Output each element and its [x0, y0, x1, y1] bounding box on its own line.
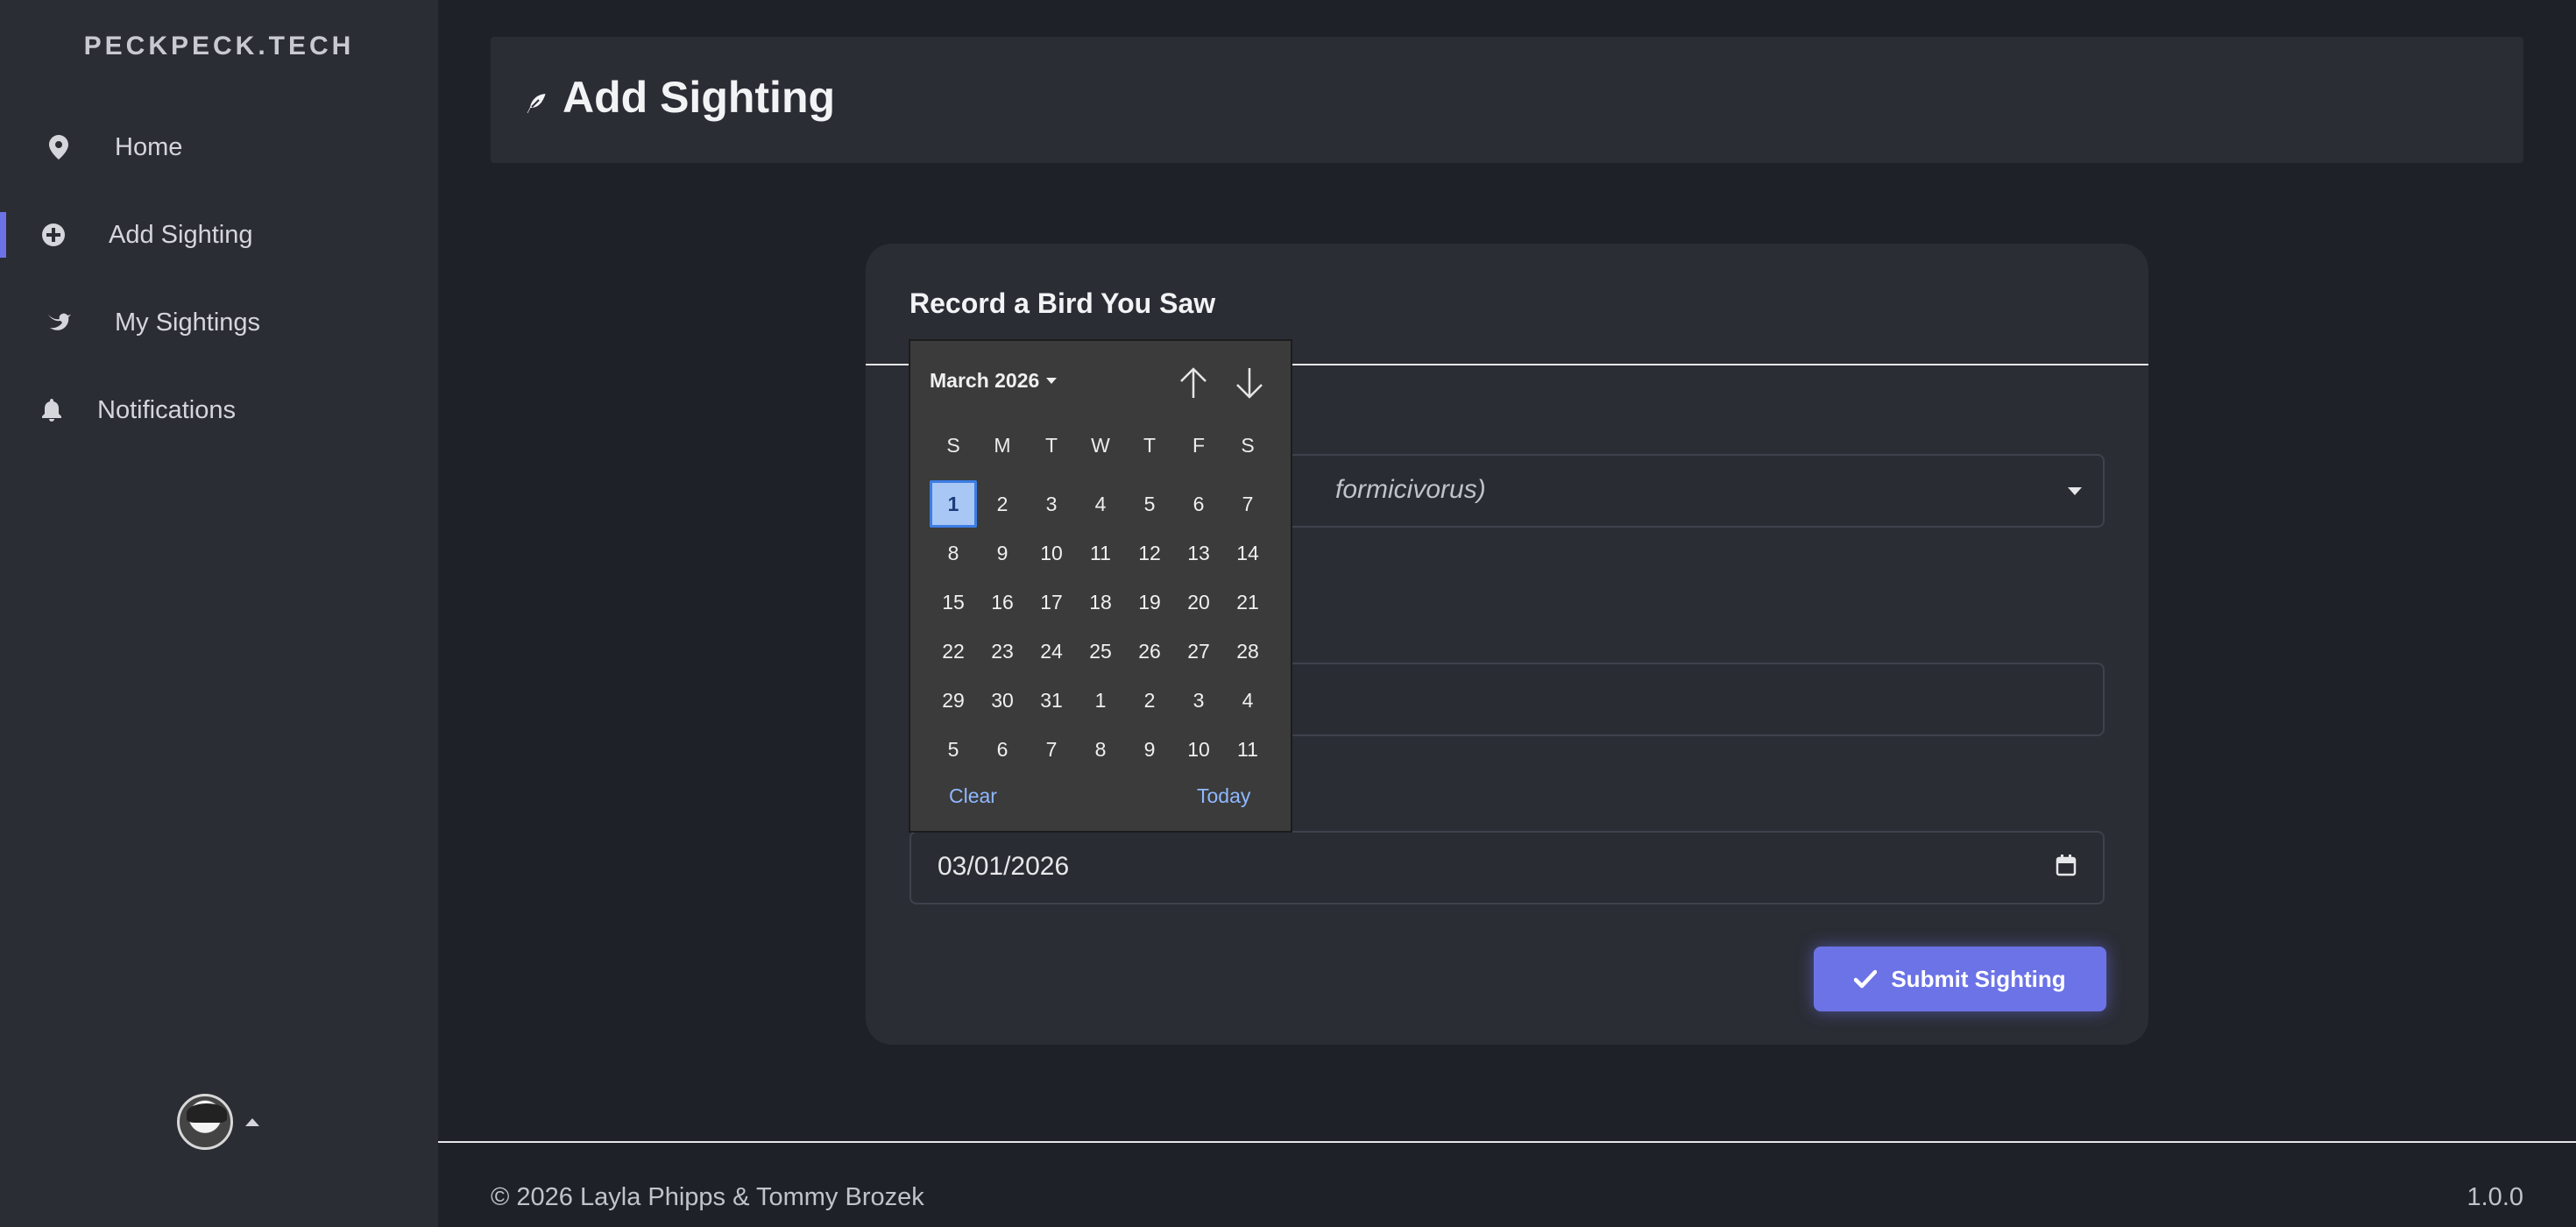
calendar-day[interactable]: 31 — [1028, 677, 1075, 724]
today-button[interactable]: Today — [1197, 784, 1250, 808]
calendar-day[interactable]: 10 — [1028, 529, 1075, 577]
next-month-button[interactable] — [1232, 365, 1267, 401]
previous-month-button[interactable] — [1176, 365, 1211, 401]
sidebar-item-label: My Sightings — [115, 308, 261, 337]
calendar-day[interactable]: 4 — [1224, 677, 1271, 724]
calendar-day[interactable]: 12 — [1126, 529, 1173, 577]
check-icon — [1854, 969, 1878, 989]
sidebar: PECKPECK.TECH Home Add Sighting My Sight… — [0, 0, 438, 1227]
weekday-header: S — [1241, 434, 1255, 457]
sidebar-item-add-sighting[interactable]: Add Sighting — [0, 200, 438, 270]
calendar-day[interactable]: 7 — [1028, 726, 1075, 773]
calendar-day[interactable]: 11 — [1224, 726, 1271, 773]
bird-icon — [46, 309, 72, 336]
form-title: Record a Bird You Saw — [909, 287, 1216, 319]
calendar-day[interactable]: 24 — [1028, 628, 1075, 675]
calendar-day[interactable]: 21 — [1224, 578, 1271, 626]
chevron-down-icon — [1046, 378, 1058, 384]
date-input[interactable]: 03/01/2026 — [909, 831, 2105, 904]
sidebar-item-label: Add Sighting — [109, 220, 253, 249]
calendar-day[interactable]: 13 — [1175, 529, 1222, 577]
sidebar-item-label: Home — [115, 132, 183, 161]
species-select-value: formicivorus) — [1335, 475, 1486, 504]
calendar-day[interactable]: 14 — [1224, 529, 1271, 577]
calendar-day[interactable]: 25 — [1077, 628, 1124, 675]
clear-date-button[interactable]: Clear — [949, 784, 997, 808]
calendar-day-selected[interactable]: 1 — [930, 480, 977, 528]
chevron-down-icon — [2068, 487, 2082, 495]
app-version: 1.0.0 — [2466, 1183, 2524, 1211]
calendar-day[interactable]: 19 — [1126, 578, 1173, 626]
submit-label: Submit Sighting — [1891, 965, 2066, 992]
brand-logo[interactable]: PECKPECK.TECH — [0, 32, 438, 61]
calendar-day[interactable]: 5 — [930, 726, 977, 773]
caret-up-icon[interactable] — [245, 1117, 259, 1126]
calendar-day[interactable]: 2 — [1126, 677, 1173, 724]
date-picker-popup: March 2026 Clear Today SMTWTFS1234567891… — [909, 339, 1292, 833]
weekday-header: W — [1091, 434, 1110, 457]
month-label: March 2026 — [930, 369, 1040, 392]
sidebar-item-home[interactable]: Home — [0, 112, 438, 182]
calendar-day[interactable]: 23 — [979, 628, 1026, 675]
sidebar-item-label: Notifications — [97, 395, 236, 424]
calendar-day[interactable]: 11 — [1077, 529, 1124, 577]
calendar-day[interactable]: 5 — [1126, 480, 1173, 528]
map-pin-icon — [46, 134, 72, 160]
submit-sighting-button[interactable]: Submit Sighting — [1814, 947, 2106, 1011]
calendar-day[interactable]: 3 — [1028, 480, 1075, 528]
weekday-header: F — [1192, 434, 1206, 457]
month-selector[interactable]: March 2026 — [930, 369, 1058, 393]
calendar-day[interactable]: 17 — [1028, 578, 1075, 626]
calendar-day[interactable]: 30 — [979, 677, 1026, 724]
user-menu[interactable] — [177, 1094, 259, 1150]
page-header: Add Sighting — [491, 37, 2523, 163]
calendar-day[interactable]: 20 — [1175, 578, 1222, 626]
bell-icon — [39, 397, 65, 423]
calendar-day[interactable]: 16 — [979, 578, 1026, 626]
weekday-header: T — [1044, 434, 1058, 457]
plus-circle-icon — [40, 222, 67, 248]
date-input-value: 03/01/2026 — [938, 852, 1070, 881]
calendar-day[interactable]: 6 — [979, 726, 1026, 773]
calendar-day[interactable]: 4 — [1077, 480, 1124, 528]
calendar-day[interactable]: 27 — [1175, 628, 1222, 675]
calendar-day[interactable]: 7 — [1224, 480, 1271, 528]
calendar-day[interactable]: 6 — [1175, 480, 1222, 528]
sidebar-item-notifications[interactable]: Notifications — [0, 375, 438, 445]
avatar[interactable] — [177, 1094, 233, 1150]
calendar-day[interactable]: 15 — [930, 578, 977, 626]
weekday-header: T — [1143, 434, 1157, 457]
calendar-icon[interactable] — [2056, 854, 2077, 881]
calendar-day[interactable]: 1 — [1077, 677, 1124, 724]
footer-copyright: © 2026 Layla Phipps & Tommy Brozek — [491, 1183, 924, 1211]
calendar-day[interactable]: 22 — [930, 628, 977, 675]
feather-icon — [524, 91, 548, 120]
sidebar-item-my-sightings[interactable]: My Sightings — [0, 287, 438, 358]
calendar-day[interactable]: 18 — [1077, 578, 1124, 626]
calendar-day[interactable]: 9 — [1126, 726, 1173, 773]
arrow-down-icon — [1236, 368, 1263, 399]
calendar-day[interactable]: 3 — [1175, 677, 1222, 724]
footer-divider — [438, 1141, 2576, 1143]
calendar-day[interactable]: 2 — [979, 480, 1026, 528]
calendar-day[interactable]: 10 — [1175, 726, 1222, 773]
page-title: Add Sighting — [563, 73, 836, 122]
arrow-up-icon — [1180, 367, 1207, 398]
calendar-day[interactable]: 28 — [1224, 628, 1271, 675]
calendar-day[interactable]: 8 — [1077, 726, 1124, 773]
weekday-header: S — [946, 434, 960, 457]
calendar-day[interactable]: 9 — [979, 529, 1026, 577]
calendar-day[interactable]: 29 — [930, 677, 977, 724]
calendar-day[interactable]: 8 — [930, 529, 977, 577]
weekday-header: M — [994, 434, 1011, 457]
calendar-day[interactable]: 26 — [1126, 628, 1173, 675]
